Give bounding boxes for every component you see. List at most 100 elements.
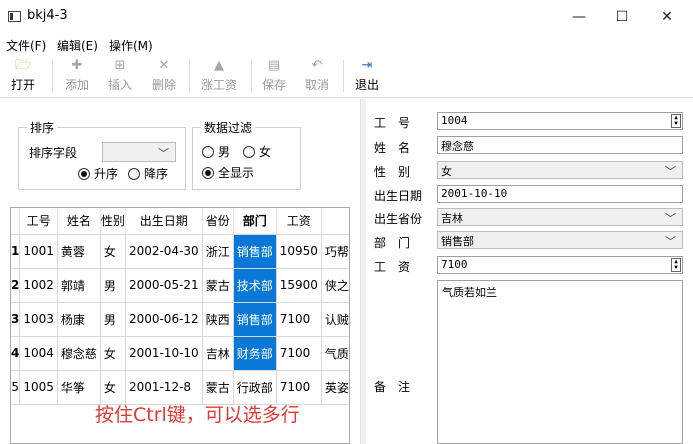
insert-button[interactable]: ⊞ 插入 <box>105 56 135 96</box>
maximize-button[interactable]: ☐ <box>607 6 637 28</box>
table-cell[interactable]: 浙江 <box>202 234 234 269</box>
province-label: 出生省份 <box>374 212 423 226</box>
table-cell[interactable]: 1002 <box>19 268 58 303</box>
filter-male-radio[interactable]: 男 <box>202 143 230 160</box>
row-header[interactable]: 2 <box>11 268 21 303</box>
menu-edit[interactable]: 编辑(E) <box>57 37 98 54</box>
birth-date-value: 2001-10-10 <box>441 187 508 200</box>
column-header[interactable]: 工号 <box>19 208 58 235</box>
save-button[interactable]: ▤ 保存 <box>259 56 289 96</box>
table-cell[interactable]: 女 <box>100 336 126 371</box>
add-button[interactable]: ✚ 添加 <box>62 56 92 96</box>
gender-label: 性 别 <box>374 165 411 179</box>
exit-button[interactable]: ⇥ 退出 <box>352 56 382 96</box>
table-cell[interactable]: 7100 <box>276 302 322 337</box>
table-row[interactable]: 1 1001 黄蓉 女 2002-04-30 浙江 销售部 10950 巧帮 <box>11 234 349 269</box>
delete-button[interactable]: ✕ 删除 <box>149 56 179 96</box>
table-cell[interactable]: 侠之 <box>321 268 349 303</box>
table-cell[interactable]: 10950 <box>276 234 322 269</box>
table-cell[interactable]: 1004 <box>19 336 58 371</box>
table-cell[interactable]: 女 <box>100 234 126 269</box>
table-cell[interactable]: 7100 <box>276 336 322 371</box>
minimize-button[interactable]: — <box>564 6 594 28</box>
table-cell[interactable]: 认贼 <box>321 302 349 337</box>
column-header[interactable] <box>321 208 349 235</box>
cancel-label: 取消 <box>304 78 329 92</box>
table-cell[interactable]: 杨康 <box>57 302 101 337</box>
table-cell[interactable]: 1003 <box>19 302 58 337</box>
add-label: 添加 <box>64 78 89 92</box>
row-header[interactable]: 1 <box>11 234 21 269</box>
exit-label: 退出 <box>354 78 379 92</box>
table-cell[interactable]: 气质 <box>321 336 349 371</box>
undo-icon: ↶ <box>311 58 323 73</box>
open-button[interactable]: 🗁 打开 <box>8 56 38 96</box>
cancel-button[interactable]: ↶ 取消 <box>302 56 332 96</box>
table-cell[interactable]: 7100 <box>276 370 322 405</box>
id-spinbox[interactable]: 1004 ▲ ▼ <box>437 112 683 130</box>
table-cell[interactable]: 2001-10-10 <box>125 336 203 371</box>
filter-all-radio[interactable]: 全显示 <box>202 164 254 181</box>
table-row[interactable]: 5 1005 华筝 女 2001-12-8 蒙古 行政部 7100 英姿 <box>11 370 349 405</box>
memo-textarea[interactable]: 气质若如兰 <box>437 280 683 444</box>
filter-group-title: 数据过滤 <box>201 119 256 136</box>
column-header[interactable]: 部门 <box>233 208 277 235</box>
column-header[interactable]: 性别 <box>100 208 126 235</box>
table-cell[interactable]: 销售部 <box>233 302 277 337</box>
spin-arrows-icon[interactable]: ▲ ▼ <box>671 258 681 272</box>
table-cell[interactable]: 穆念慈 <box>57 336 101 371</box>
table-cell[interactable]: 黄蓉 <box>57 234 101 269</box>
table-cell[interactable]: 女 <box>100 370 126 405</box>
raise-salary-button[interactable]: ▲ 涨工资 <box>198 56 240 96</box>
row-header[interactable]: 5 <box>11 370 21 405</box>
table-cell[interactable]: 2002-04-30 <box>125 234 203 269</box>
sort-asc-radio[interactable]: 升序 <box>78 165 118 182</box>
column-header[interactable]: 姓名 <box>57 208 101 235</box>
birth-date-field[interactable]: 2001-10-10 <box>437 185 683 203</box>
spin-arrows-icon[interactable]: ▲ ▼ <box>671 114 681 128</box>
sort-desc-radio[interactable]: 降序 <box>128 165 168 182</box>
table-cell[interactable]: 蒙古 <box>202 268 234 303</box>
dept-combo[interactable]: 销售部 ﹀ <box>437 231 683 249</box>
table-cell[interactable]: 吉林 <box>202 336 234 371</box>
close-button[interactable]: ✕ <box>652 6 682 28</box>
column-header[interactable]: 出生日期 <box>125 208 203 235</box>
table-cell[interactable]: 15900 <box>276 268 322 303</box>
sort-field-combo[interactable]: ﹀ <box>102 142 176 162</box>
filter-female-radio[interactable]: 女 <box>243 143 271 160</box>
table-cell[interactable]: 郭靖 <box>57 268 101 303</box>
table-cell[interactable]: 陕西 <box>202 302 234 337</box>
column-header[interactable]: 工资 <box>276 208 322 235</box>
table-cell[interactable]: 财务部 <box>233 336 277 371</box>
table-cell[interactable]: 蒙古 <box>202 370 234 405</box>
name-field[interactable]: 穆念慈 <box>437 136 683 154</box>
table-cell[interactable]: 1005 <box>19 370 58 405</box>
row-header[interactable]: 3 <box>11 302 21 337</box>
table-row[interactable]: 2 1002 郭靖 男 2000-05-21 蒙古 技术部 15900 侠之 <box>11 268 349 303</box>
table-cell[interactable]: 2001-12-8 <box>125 370 203 405</box>
table-cell[interactable]: 巧帮 <box>321 234 349 269</box>
table-cell[interactable]: 销售部 <box>233 234 277 269</box>
menu-operate[interactable]: 操作(M) <box>109 37 153 54</box>
menu-file[interactable]: 文件(F) <box>6 37 46 54</box>
table-cell[interactable]: 华筝 <box>57 370 101 405</box>
table-cell[interactable]: 行政部 <box>233 370 277 405</box>
table-row[interactable]: 3 1003 杨康 男 2000-06-12 陕西 销售部 7100 认贼 <box>11 302 349 337</box>
salary-label: 工 资 <box>374 260 411 274</box>
row-header[interactable]: 4 <box>11 336 21 371</box>
table-cell[interactable]: 技术部 <box>233 268 277 303</box>
gender-combo[interactable]: 女 ﹀ <box>437 161 683 179</box>
table-cell[interactable]: 英姿 <box>321 370 349 405</box>
table-header-row: 工号 姓名 性别 出生日期 省份 部门 工资 <box>11 208 349 235</box>
column-header[interactable]: 省份 <box>202 208 234 235</box>
table-cell[interactable]: 2000-05-21 <box>125 268 203 303</box>
table-cell[interactable]: 男 <box>100 268 126 303</box>
table-cell[interactable]: 2000-06-12 <box>125 302 203 337</box>
table-row[interactable]: 4 1004 穆念慈 女 2001-10-10 吉林 财务部 7100 气质 <box>11 336 349 371</box>
splitter-handle[interactable] <box>360 99 366 444</box>
table-cell[interactable]: 男 <box>100 302 126 337</box>
table-cell[interactable]: 1001 <box>19 234 58 269</box>
radio-unchecked-icon <box>202 145 214 158</box>
province-combo[interactable]: 吉林 ﹀ <box>437 208 683 226</box>
salary-spinbox[interactable]: 7100 ▲ ▼ <box>437 256 683 274</box>
